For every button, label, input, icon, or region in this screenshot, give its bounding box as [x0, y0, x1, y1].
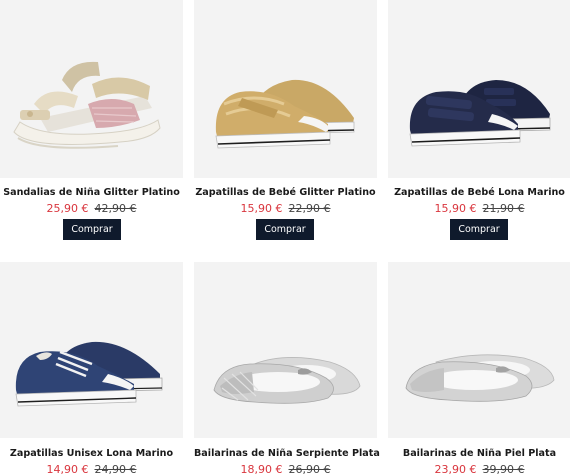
- current-price: 15,90 €: [240, 202, 283, 215]
- product-name[interactable]: Zapatillas Unisex Lona Marino: [0, 448, 183, 459]
- original-price: 42,90 €: [94, 202, 137, 215]
- buy-button[interactable]: Comprar: [450, 219, 508, 240]
- product-price: 25,90 € 42,90 €: [0, 202, 183, 215]
- current-price: 25,90 €: [46, 202, 89, 215]
- original-price: 24,90 €: [94, 463, 137, 476]
- product-name[interactable]: Bailarinas de Niña Piel Plata: [388, 448, 570, 459]
- product-card[interactable]: Zapatillas de Bebé Glitter Platino 15,90…: [194, 0, 377, 250]
- current-price: 23,90 €: [434, 463, 477, 476]
- product-name[interactable]: Zapatillas de Bebé Lona Marino: [388, 187, 570, 198]
- current-price: 14,90 €: [46, 463, 89, 476]
- product-price: 15,90 € 21,90 €: [388, 202, 570, 215]
- product-price: 14,90 € 24,90 €: [0, 463, 183, 476]
- sneaker-navy-laces-icon[interactable]: [0, 262, 183, 438]
- sneaker-glitter-gold-icon[interactable]: [194, 0, 377, 178]
- product-card[interactable]: Zapatillas de Bebé Lona Marino 15,90 € 21…: [388, 0, 570, 250]
- current-price: 15,90 €: [434, 202, 477, 215]
- product-card[interactable]: Bailarinas de Niña Piel Plata 23,90 € 39,…: [388, 262, 570, 476]
- product-price: 18,90 € 26,90 €: [194, 463, 377, 476]
- original-price: 26,90 €: [288, 463, 331, 476]
- product-price: 15,90 € 22,90 €: [194, 202, 377, 215]
- sneaker-navy-velcro-icon[interactable]: [388, 0, 570, 178]
- current-price: 18,90 €: [240, 463, 283, 476]
- original-price: 21,90 €: [482, 202, 525, 215]
- product-name[interactable]: Bailarinas de Niña Serpiente Plata: [194, 448, 380, 459]
- buy-button[interactable]: Comprar: [256, 219, 314, 240]
- product-name[interactable]: Zapatillas de Bebé Glitter Platino: [194, 187, 377, 198]
- ballerina-snake-silver-icon[interactable]: [194, 262, 377, 438]
- sandal-glitter-platinum-icon[interactable]: [0, 0, 183, 178]
- product-card[interactable]: Zapatillas Unisex Lona Marino 14,90 € 24,…: [0, 262, 183, 476]
- product-name[interactable]: Sandalias de Niña Glitter Platino: [0, 187, 183, 198]
- original-price: 39,90 €: [482, 463, 525, 476]
- product-price: 23,90 € 39,90 €: [388, 463, 570, 476]
- ballerina-leather-silver-icon[interactable]: [388, 262, 570, 438]
- product-card[interactable]: Bailarinas de Niña Serpiente Plata 18,90…: [194, 262, 380, 476]
- product-card[interactable]: Sandalias de Niña Glitter Platino 25,90 …: [0, 0, 183, 250]
- original-price: 22,90 €: [288, 202, 331, 215]
- buy-button[interactable]: Comprar: [63, 219, 121, 240]
